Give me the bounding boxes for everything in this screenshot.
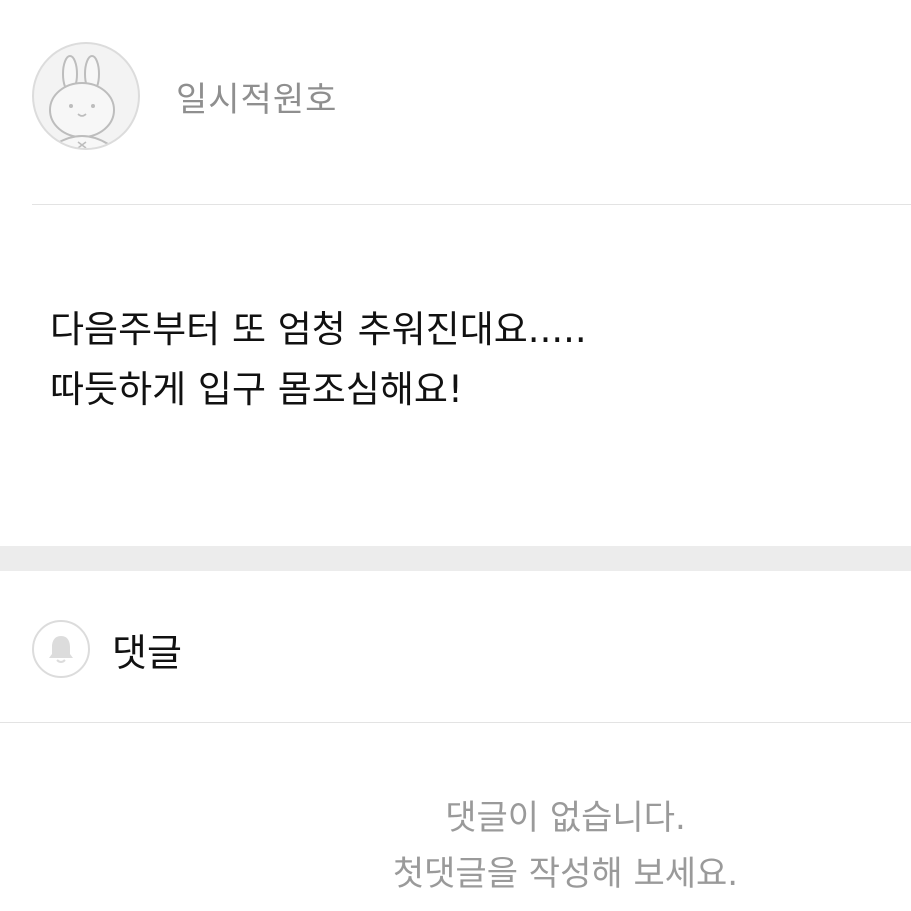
- bunny-avatar-icon: [49, 55, 115, 148]
- section-separator: [0, 546, 911, 571]
- bell-icon[interactable]: [32, 620, 90, 678]
- post-line: 따듯하게 입구 몸조심해요!: [50, 368, 463, 411]
- post-line: 다음주부터 또 엄청 추워진대요.....: [50, 308, 587, 351]
- empty-comments-message: 댓글이 없습니다. 첫댓글을 작성해 보세요.: [0, 790, 911, 902]
- avatar[interactable]: [32, 42, 140, 150]
- post-body: 다음주부터 또 엄청 추워진대요..... 따듯하게 입구 몸조심해요!: [50, 300, 881, 420]
- divider: [0, 722, 911, 723]
- comments-title: 댓글: [112, 630, 182, 675]
- divider: [32, 204, 911, 205]
- post-author: 일시적원호: [32, 40, 911, 152]
- author-name[interactable]: 일시적원호: [176, 72, 337, 121]
- empty-message-line: 댓글이 없습니다.: [445, 798, 686, 838]
- empty-message-line: 첫댓글을 작성해 보세요.: [392, 854, 739, 894]
- comments-header: 댓글: [32, 619, 182, 679]
